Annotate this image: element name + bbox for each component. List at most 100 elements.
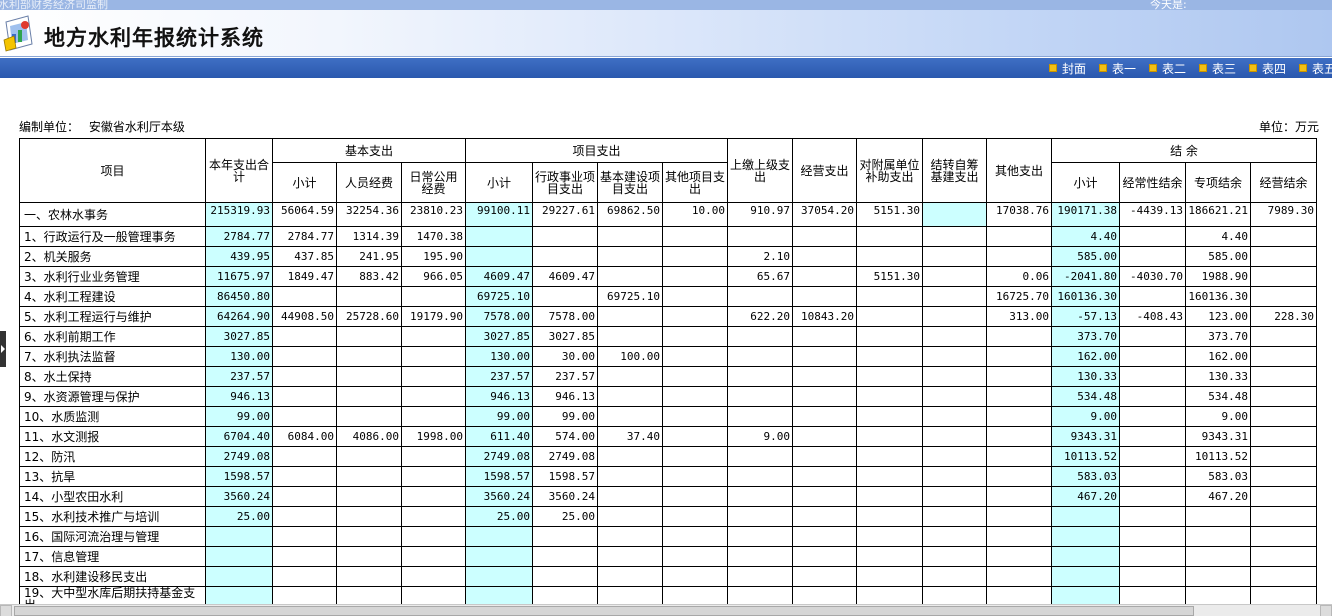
table-cell[interactable]	[336, 566, 402, 587]
table-cell[interactable]: 2749.08	[465, 446, 533, 467]
table-cell[interactable]	[1051, 566, 1120, 587]
table-cell[interactable]	[922, 202, 987, 227]
table-cell[interactable]: 65.67	[727, 266, 793, 287]
table-cell[interactable]	[336, 286, 402, 307]
table-cell[interactable]	[922, 506, 987, 527]
table-cell[interactable]	[792, 346, 857, 367]
table-cell[interactable]	[1119, 366, 1186, 387]
table-cell[interactable]	[986, 226, 1052, 247]
table-cell[interactable]: 1849.47	[272, 266, 337, 287]
table-cell[interactable]: 190171.38	[1051, 202, 1120, 227]
table-cell[interactable]	[1250, 506, 1317, 527]
table-cell[interactable]: 622.20	[727, 306, 793, 327]
table-cell[interactable]	[986, 466, 1052, 487]
table-cell[interactable]	[336, 546, 402, 567]
table-cell[interactable]: -4439.13	[1119, 202, 1186, 227]
table-cell[interactable]: 966.05	[401, 266, 466, 287]
table-cell[interactable]	[856, 446, 923, 467]
table-cell[interactable]	[792, 406, 857, 427]
table-cell[interactable]	[1119, 246, 1186, 267]
table-cell[interactable]: 4086.00	[336, 426, 402, 447]
table-cell[interactable]	[986, 546, 1052, 567]
nav-table-3[interactable]: 表三	[1199, 60, 1236, 76]
table-cell[interactable]	[401, 366, 466, 387]
table-cell[interactable]	[922, 566, 987, 587]
table-cell[interactable]	[1051, 526, 1120, 547]
table-cell[interactable]	[856, 486, 923, 507]
table-cell[interactable]: 2.10	[727, 246, 793, 267]
table-cell[interactable]: 99.00	[465, 406, 533, 427]
table-cell[interactable]: -2041.80	[1051, 266, 1120, 287]
table-cell[interactable]	[401, 566, 466, 587]
table-cell[interactable]: 3560.24	[465, 486, 533, 507]
table-cell[interactable]	[662, 446, 728, 467]
table-cell[interactable]: 195.90	[401, 246, 466, 267]
table-cell[interactable]: 9.00	[1051, 406, 1120, 427]
table-cell[interactable]: 574.00	[532, 426, 598, 447]
table-cell[interactable]	[336, 326, 402, 347]
table-cell[interactable]	[597, 506, 663, 527]
table-cell[interactable]: 3027.85	[465, 326, 533, 347]
table-cell[interactable]	[401, 506, 466, 527]
table-cell[interactable]	[1250, 526, 1317, 547]
table-cell[interactable]: 86450.80	[205, 286, 273, 307]
table-cell[interactable]	[662, 566, 728, 587]
table-cell[interactable]: 69862.50	[597, 202, 663, 227]
table-cell[interactable]: 215319.93	[205, 202, 273, 227]
table-cell[interactable]: -57.13	[1051, 306, 1120, 327]
table-cell[interactable]	[1250, 346, 1317, 367]
table-cell[interactable]: 10113.52	[1185, 446, 1251, 467]
table-cell[interactable]	[792, 226, 857, 247]
table-cell[interactable]	[1250, 426, 1317, 447]
table-cell[interactable]	[597, 546, 663, 567]
table-cell[interactable]: 583.03	[1185, 466, 1251, 487]
table-cell[interactable]	[856, 326, 923, 347]
table-cell[interactable]	[1250, 466, 1317, 487]
table-cell[interactable]	[1250, 546, 1317, 567]
table-cell[interactable]	[336, 526, 402, 547]
nav-table-1[interactable]: 表一	[1099, 60, 1136, 76]
table-cell[interactable]: 123.00	[1185, 306, 1251, 327]
table-cell[interactable]	[922, 526, 987, 547]
table-cell[interactable]: 16725.70	[986, 286, 1052, 307]
table-cell[interactable]	[532, 526, 598, 547]
table-cell[interactable]	[792, 286, 857, 307]
table-cell[interactable]	[662, 266, 728, 287]
table-cell[interactable]: 9343.31	[1051, 426, 1120, 447]
table-cell[interactable]: 69725.10	[465, 286, 533, 307]
table-cell[interactable]	[727, 546, 793, 567]
table-cell[interactable]	[401, 326, 466, 347]
table-cell[interactable]: 1598.57	[532, 466, 598, 487]
table-cell[interactable]	[1250, 566, 1317, 587]
table-cell[interactable]	[792, 486, 857, 507]
table-cell[interactable]	[922, 346, 987, 367]
table-cell[interactable]	[792, 446, 857, 467]
table-cell[interactable]: 237.57	[465, 366, 533, 387]
horizontal-scrollbar[interactable]	[0, 604, 1332, 616]
table-cell[interactable]	[856, 406, 923, 427]
table-cell[interactable]	[465, 546, 533, 567]
table-cell[interactable]	[662, 226, 728, 247]
table-cell[interactable]	[532, 246, 598, 267]
table-cell[interactable]	[727, 466, 793, 487]
table-cell[interactable]	[856, 426, 923, 447]
table-cell[interactable]: 37054.20	[792, 202, 857, 227]
table-cell[interactable]	[597, 386, 663, 407]
table-cell[interactable]	[727, 286, 793, 307]
table-cell[interactable]	[597, 566, 663, 587]
table-cell[interactable]	[1250, 326, 1317, 347]
table-cell[interactable]	[662, 286, 728, 307]
table-cell[interactable]: 1598.57	[205, 466, 273, 487]
table-cell[interactable]: 1988.90	[1185, 266, 1251, 287]
table-cell[interactable]: 437.85	[272, 246, 337, 267]
table-cell[interactable]	[727, 386, 793, 407]
table-cell[interactable]	[597, 486, 663, 507]
table-cell[interactable]: 910.97	[727, 202, 793, 227]
table-cell[interactable]: 4.40	[1051, 226, 1120, 247]
table-cell[interactable]	[1051, 546, 1120, 567]
table-cell[interactable]	[597, 226, 663, 247]
table-cell[interactable]: -408.43	[1119, 306, 1186, 327]
table-cell[interactable]	[1250, 246, 1317, 267]
table-cell[interactable]	[792, 466, 857, 487]
table-cell[interactable]	[1250, 366, 1317, 387]
